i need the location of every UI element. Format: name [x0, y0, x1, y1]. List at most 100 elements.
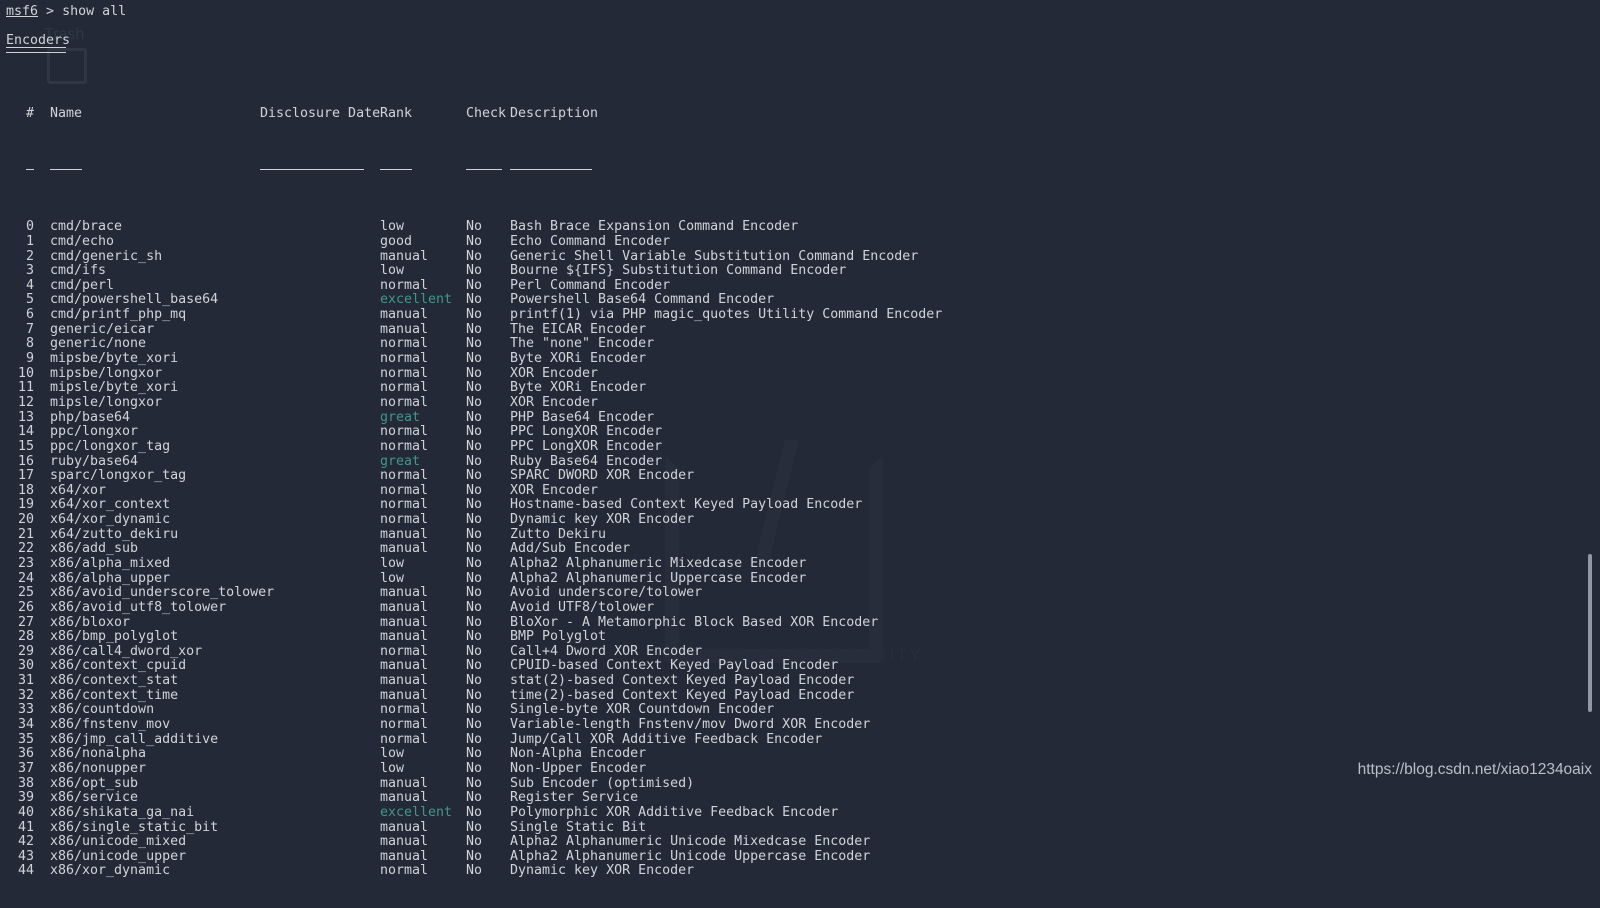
table-row: 13 php/base64 great No PHP Base64 Encoder — [6, 409, 942, 426]
table-row: 24 x86/alpha_upper low No Alpha2 Alphanumeri… — [6, 570, 942, 587]
cell-name: cmd/echo — [50, 233, 115, 249]
cell-name: cmd/generic_sh — [50, 248, 163, 264]
cell-name: cmd/ifs — [50, 263, 107, 279]
cell-description: Bourne ${IFS} Substitution Command Encod… — [510, 263, 847, 279]
cell-name: x86/bloxor — [50, 614, 131, 630]
cell-rank: normal — [380, 731, 429, 747]
cell-check: No — [466, 658, 483, 674]
cell-rank: normal — [380, 438, 429, 454]
cell-index: 44 — [17, 863, 34, 879]
cell-rank: manual — [380, 790, 429, 806]
cell-check: No — [466, 351, 483, 367]
header-disclosure-date: Disclosure Date — [260, 106, 381, 122]
cell-description: XOR Encoder — [510, 482, 599, 498]
cell-index: 12 — [17, 394, 34, 410]
table-row: 44 x86/xor_dynamic normal No Dynamic key XOR… — [6, 864, 942, 879]
cell-check: No — [466, 673, 483, 689]
cell-index: 19 — [17, 497, 34, 513]
cell-check: No — [466, 570, 483, 586]
cell-name: x86/fnstenv_mov — [50, 717, 171, 733]
cell-index: 2 — [25, 248, 34, 264]
cell-check: No — [466, 834, 483, 850]
cell-description: Hostname-based Context Keyed Payload Enc… — [510, 497, 863, 513]
cell-description: time(2)-based Context Keyed Payload Enco… — [510, 687, 855, 703]
cell-rank: manual — [380, 307, 429, 323]
cell-index: 3 — [25, 263, 34, 279]
cell-description: Zutto Dekiru — [510, 526, 607, 542]
cell-rank: normal — [380, 351, 429, 367]
header-rank: Rank — [380, 106, 413, 122]
cell-rank: low — [380, 263, 405, 279]
cell-description: Sub Encoder (optimised) — [510, 775, 695, 791]
table-row: 11 mipsle/byte_xori normal No Byte XORi Enco… — [6, 381, 942, 396]
cell-check: No — [466, 702, 483, 718]
table-row: 2 cmd/generic_sh manual No Generic Shell Var… — [6, 248, 942, 265]
cell-index: 4 — [25, 277, 34, 293]
cell-index: 18 — [17, 482, 34, 498]
cell-rank: manual — [380, 599, 429, 615]
cell-check: No — [466, 819, 483, 835]
cell-index: 5 — [25, 292, 34, 308]
cell-name: x86/service — [50, 790, 139, 806]
cell-name: x86/alpha_mixed — [50, 555, 171, 571]
cell-rank: normal — [380, 702, 429, 718]
cell-check: No — [466, 248, 483, 264]
terminal-output: msf6 > show all Encoders # Name Disclosure… — [0, 0, 1600, 878]
cell-description: The "none" Encoder — [510, 336, 655, 352]
cell-description: Avoid underscore/tolower — [510, 585, 703, 601]
cell-description: Polymorphic XOR Additive Feedback Encode… — [510, 804, 839, 820]
cell-rank: excellent — [380, 804, 453, 820]
cell-description: Single Static Bit — [510, 819, 647, 835]
cell-rank: manual — [380, 585, 429, 601]
scrollbar-thumb[interactable] — [1588, 554, 1592, 712]
cell-rank: normal — [380, 277, 429, 293]
table-row: 20 x64/xor_dynamic normal No Dynamic key XOR… — [6, 512, 942, 528]
cell-description: Variable-length Fnstenv/mov Dword XOR En… — [510, 717, 871, 733]
header-num: # — [25, 106, 34, 122]
underline-description — [510, 166, 592, 176]
underline-dash-rank — [380, 169, 412, 171]
cell-name: cmd/printf_php_mq — [50, 307, 187, 323]
cell-description: Register Service — [510, 790, 639, 806]
cell-index: 28 — [17, 629, 34, 645]
cell-name: x64/xor_context — [50, 497, 171, 513]
cell-name: x86/nonalpha — [50, 746, 147, 762]
cell-index: 8 — [25, 336, 34, 352]
cell-name: x86/call4_dword_xor — [50, 643, 203, 659]
cell-name: php/base64 — [50, 409, 131, 425]
section-title-rule — [6, 47, 66, 53]
table-row: 19 x64/xor_context normal No Hostname-based … — [6, 498, 942, 513]
cell-name: x64/zutto_dekiru — [50, 526, 179, 542]
cell-rank: normal — [380, 643, 429, 659]
cell-rank: low — [380, 570, 405, 586]
cell-index: 34 — [17, 717, 34, 733]
table-row: 30 x86/context_cpuid manual No CPUID-based C… — [6, 659, 942, 674]
cell-name: x86/opt_sub — [50, 775, 139, 791]
cell-rank: manual — [380, 629, 429, 645]
cell-check: No — [466, 599, 483, 615]
cell-name: mipsbe/longxor — [50, 365, 163, 381]
table-row: 0 cmd/brace low No Bash Brace Expansion Comm… — [6, 220, 942, 235]
table-row: 12 mipsle/longxor normal No XOR Encoder — [6, 394, 942, 411]
cell-index: 39 — [17, 790, 34, 806]
cell-check: No — [466, 365, 483, 381]
cell-description: Add/Sub Encoder — [510, 541, 631, 557]
cell-check: No — [466, 336, 483, 352]
cell-check: No — [466, 760, 483, 776]
cell-index: 30 — [17, 658, 34, 674]
table-row: 1 cmd/echo good No Echo Command Encoder — [6, 233, 942, 250]
cell-name: cmd/perl — [50, 277, 115, 293]
underline-name — [50, 166, 260, 176]
cell-description: Alpha2 Alphanumeric Unicode Uppercase En… — [510, 848, 871, 864]
prompt-line: msf6 > show all — [6, 4, 126, 20]
underline-dash-description — [510, 169, 592, 171]
cell-check: No — [466, 717, 483, 733]
cell-description: Non-Upper Encoder — [510, 760, 647, 776]
cell-index: 31 — [17, 673, 34, 689]
table-body: 0 cmd/brace low No Bash Brace Expansion Comm… — [6, 220, 942, 879]
scrollbar-track[interactable] — [1586, 0, 1594, 785]
table-row: 35 x86/jmp_call_additive normal No Jump/Call… — [6, 731, 942, 748]
cell-rank: manual — [380, 526, 429, 542]
cell-check: No — [466, 687, 483, 703]
table-row: 10 mipsbe/longxor normal No XOR Encoder — [6, 365, 942, 382]
